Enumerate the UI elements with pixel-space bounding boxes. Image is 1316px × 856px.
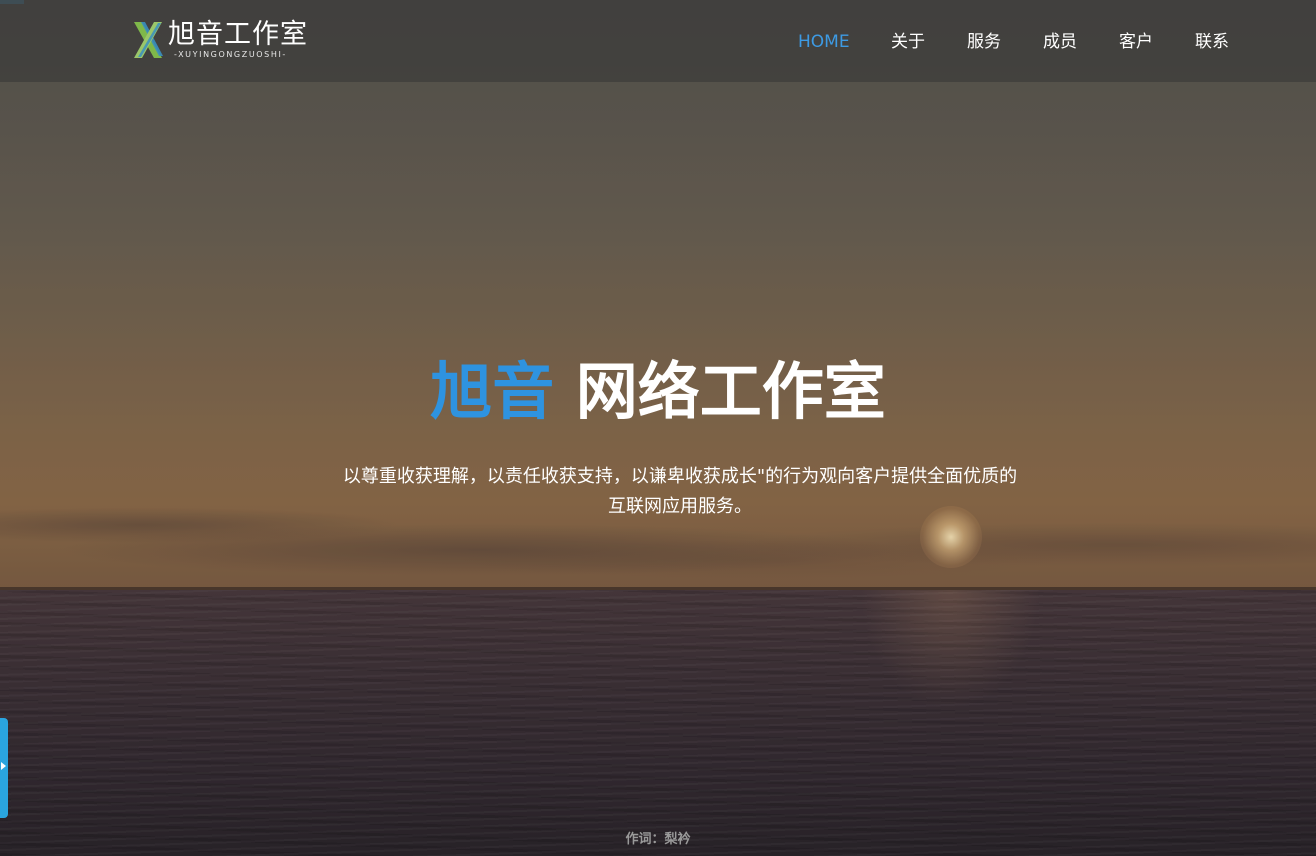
hero-title-accent: 旭音 bbox=[430, 355, 555, 428]
hero-description-line-2: 互联网应用服务。 bbox=[608, 496, 752, 517]
lyrics-credit: 作词：梨衿 bbox=[625, 832, 691, 847]
nav-item-about[interactable]: 关于 bbox=[891, 30, 925, 54]
nav-item-clients[interactable]: 客户 bbox=[1119, 30, 1153, 54]
hero-title: 旭音 网络工作室 bbox=[0, 354, 1316, 430]
hero-description: 以尊重收获理解，以责任收获支持，以谦卑收获成长"的行为观向客户提供全面优质的 互… bbox=[298, 462, 1062, 522]
nav-item-members[interactable]: 成员 bbox=[1043, 30, 1077, 54]
nav-item-services[interactable]: 服务 bbox=[967, 30, 1001, 54]
site-header: 旭音工作室 -XUYINGONGZUOSHI- HOME 关于 服务 成员 客户… bbox=[0, 0, 1316, 82]
side-tab-arrow-icon bbox=[1, 762, 6, 770]
hero-title-rest: 网络工作室 bbox=[575, 355, 886, 428]
main-nav: HOME 关于 服务 成员 客户 联系 bbox=[0, 30, 1316, 54]
nav-item-home[interactable]: HOME bbox=[798, 30, 850, 54]
nav-item-contact[interactable]: 联系 bbox=[1195, 30, 1229, 54]
side-toggle-tab[interactable] bbox=[0, 718, 8, 818]
hero-section: 旭音工作室 -XUYINGONGZUOSHI- HOME 关于 服务 成员 客户… bbox=[0, 0, 1316, 856]
hero-description-line-1: 以尊重收获理解，以责任收获支持，以谦卑收获成长"的行为观向客户提供全面优质的 bbox=[342, 466, 1018, 487]
